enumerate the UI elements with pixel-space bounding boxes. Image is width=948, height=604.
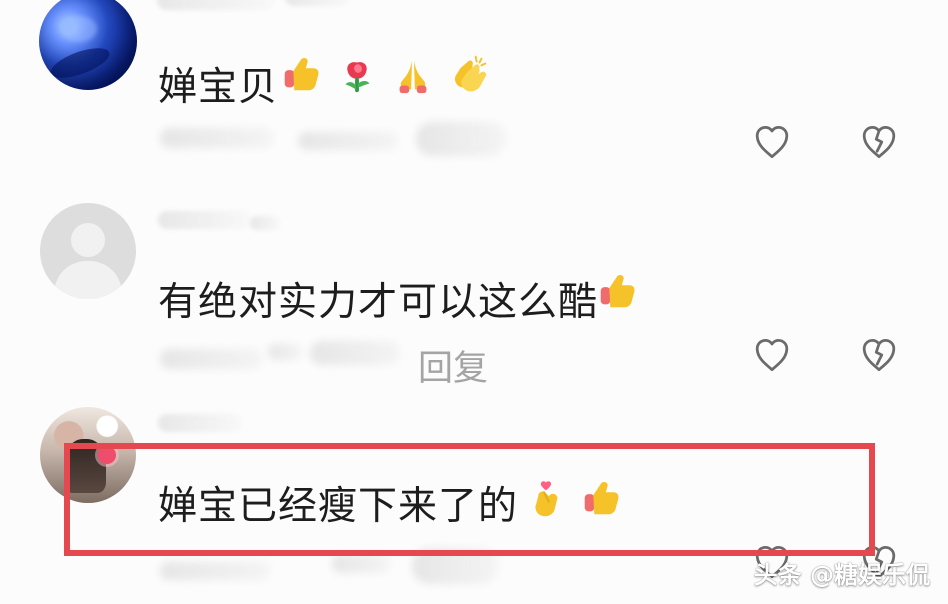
watermark: 头条 @糖娱乐侃 xyxy=(753,561,930,589)
emoji-row xyxy=(278,51,492,97)
username-blurred xyxy=(285,0,349,6)
username-blurred xyxy=(157,0,275,10)
comment-meta-blurred xyxy=(268,344,302,360)
reply-link[interactable]: 回复 xyxy=(418,340,488,391)
thumbs-up-icon xyxy=(594,268,640,314)
username-blurred xyxy=(250,216,280,230)
highlight-box xyxy=(64,443,875,556)
comment-meta-blurred xyxy=(310,341,400,365)
comment-meta-blurred xyxy=(160,349,262,369)
comment-meta-blurred xyxy=(160,128,273,148)
user-avatar[interactable] xyxy=(40,203,136,299)
like-heart-icon[interactable] xyxy=(750,333,794,377)
like-heart-icon[interactable] xyxy=(750,120,794,164)
username-blurred xyxy=(158,414,242,432)
avatar-body xyxy=(54,261,122,299)
comment-meta-blurred xyxy=(416,122,506,156)
comment-text: 有绝对实力才可以这么酷 xyxy=(158,280,599,325)
rose-icon xyxy=(334,51,380,97)
comment-meta-blurred xyxy=(160,562,270,580)
comment-meta-blurred xyxy=(298,132,398,150)
thumbs-up-icon xyxy=(278,51,324,97)
comment-meta-blurred xyxy=(332,555,390,573)
dislike-broken-heart-icon[interactable] xyxy=(857,333,901,377)
avatar-head xyxy=(71,223,105,257)
clapping-hands-icon xyxy=(446,51,492,97)
username-blurred xyxy=(158,211,250,229)
comment-text: 婵宝贝 xyxy=(158,65,279,110)
user-avatar[interactable] xyxy=(39,0,137,90)
emoji-row xyxy=(594,268,640,314)
pray-hands-icon xyxy=(390,51,436,97)
comment-screen: 婵宝贝 有绝对实力才可以这么酷 回复 婵宝已经瘦下来了的 头条 @糖娱乐侃 xyxy=(0,0,948,604)
dislike-broken-heart-icon[interactable] xyxy=(857,120,901,164)
